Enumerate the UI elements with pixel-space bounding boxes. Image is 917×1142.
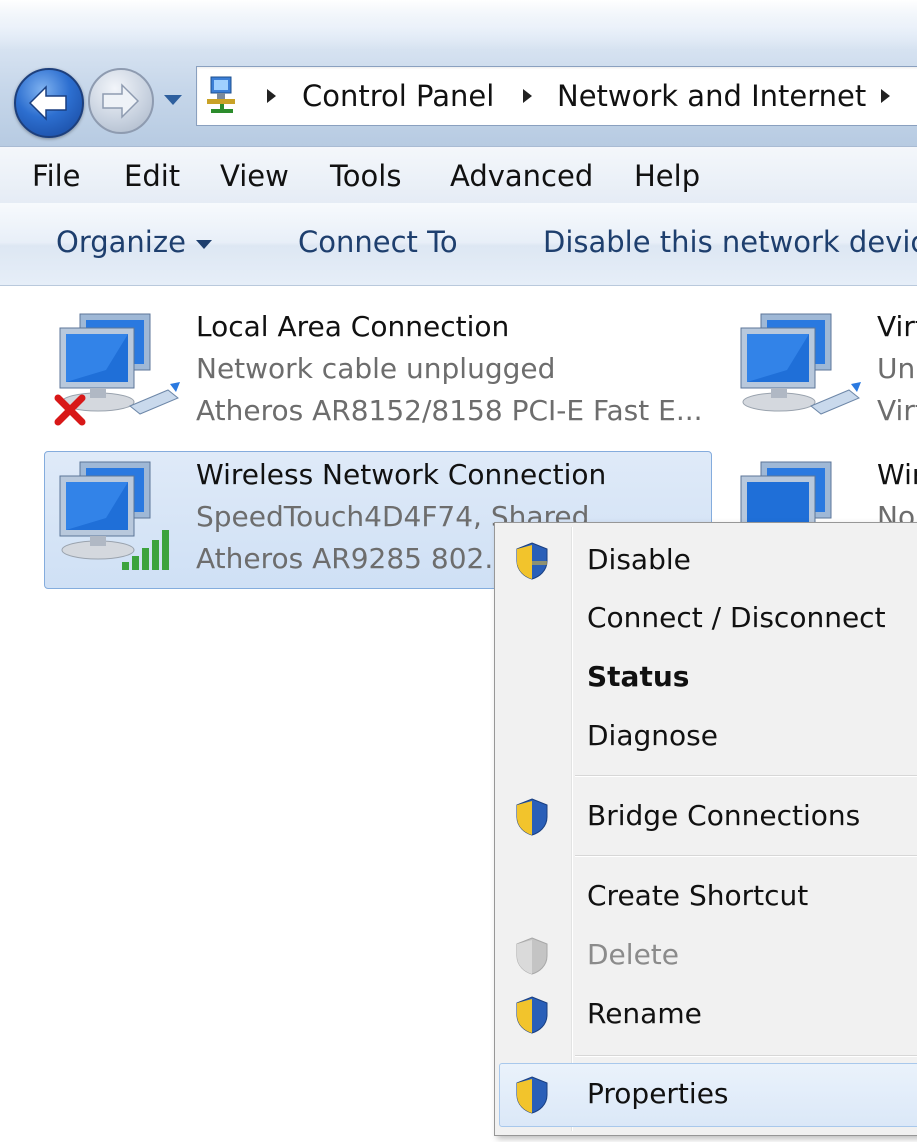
- menu-view[interactable]: View: [220, 159, 289, 193]
- signal-bars-icon: [120, 524, 180, 576]
- back-arrow-icon: [28, 85, 67, 121]
- context-menu: Disable Connect / Disconnect Status Diag…: [494, 522, 917, 1136]
- connection-local-area[interactable]: Local Area Connection Network cable unpl…: [46, 310, 716, 440]
- uac-shield-icon: [513, 995, 551, 1035]
- menu-edit[interactable]: Edit: [124, 159, 180, 193]
- uac-shield-disabled-icon: [513, 936, 551, 976]
- connection-name: Wireless Network Connection: [196, 458, 607, 491]
- breadcrumb-separator-icon[interactable]: [523, 89, 532, 103]
- connection-name: Wir: [877, 458, 917, 491]
- menu-item-connect-disconnect[interactable]: Connect / Disconnect: [499, 591, 917, 645]
- connect-to-button[interactable]: Connect To: [298, 225, 458, 259]
- connection-device: Virt: [877, 394, 917, 427]
- back-button[interactable]: [14, 68, 84, 138]
- uac-shield-icon: [513, 1075, 551, 1115]
- forward-arrow-icon: [102, 83, 140, 119]
- menu-advanced[interactable]: Advanced: [450, 159, 593, 193]
- connection-status: Uni: [877, 352, 917, 385]
- chevron-down-icon: [196, 240, 212, 249]
- breadcrumb-network-and-internet[interactable]: Network and Internet: [557, 79, 866, 113]
- wireless-network-icon: [727, 458, 867, 528]
- connection-name: Virt: [877, 310, 917, 343]
- menu-item-label: Rename: [587, 997, 702, 1030]
- menu-item-create-shortcut[interactable]: Create Shortcut: [499, 869, 917, 923]
- breadcrumb-separator-icon[interactable]: [267, 89, 276, 103]
- menu-file[interactable]: File: [32, 159, 81, 193]
- organize-button[interactable]: Organize: [56, 225, 186, 259]
- menu-item-label: Disable: [587, 543, 691, 576]
- menu-tools[interactable]: Tools: [330, 159, 401, 193]
- breadcrumb-control-panel[interactable]: Control Panel: [302, 79, 494, 113]
- menu-separator: [575, 1055, 917, 1057]
- uac-shield-icon: [513, 797, 551, 837]
- connection-virtual[interactable]: Virt Uni Virt: [727, 310, 917, 440]
- menu-item-label: Connect / Disconnect: [587, 601, 886, 634]
- breadcrumb-separator-icon[interactable]: [881, 89, 890, 103]
- chevron-down-icon: [164, 95, 182, 105]
- uac-shield-icon: [513, 541, 551, 581]
- connection-device: Atheros AR9285 802.11: [196, 542, 529, 575]
- connection-status: Network cable unplugged: [196, 352, 556, 385]
- menu-item-label: Diagnose: [587, 719, 718, 752]
- menu-item-label: Status: [587, 660, 690, 693]
- recent-pages-button[interactable]: [160, 90, 186, 110]
- connection-name: Local Area Connection: [196, 310, 510, 343]
- menu-item-label: Delete: [587, 938, 679, 971]
- connection-wireless-2[interactable]: Wir No: [727, 458, 917, 528]
- menu-item-label: Properties: [587, 1077, 729, 1110]
- menu-separator: [575, 775, 917, 777]
- menu-bar: File Edit View Tools Advanced Help: [0, 146, 917, 204]
- menu-item-label: Create Shortcut: [587, 879, 809, 912]
- address-bar[interactable]: Control Panel Network and Internet: [196, 66, 917, 126]
- menu-item-status[interactable]: Status: [499, 650, 917, 704]
- menu-separator: [575, 855, 917, 857]
- network-connections-icon: [203, 75, 243, 115]
- forward-button[interactable]: [88, 68, 154, 134]
- menu-help[interactable]: Help: [634, 159, 700, 193]
- wired-network-icon: [727, 310, 867, 440]
- red-x-icon: [52, 392, 88, 432]
- title-bar: Control Panel Network and Internet: [0, 0, 917, 146]
- menu-item-disable[interactable]: Disable: [499, 533, 917, 587]
- menu-item-properties[interactable]: Properties: [499, 1067, 917, 1121]
- menu-item-label: Bridge Connections: [587, 799, 861, 832]
- disable-device-button[interactable]: Disable this network device: [543, 225, 917, 259]
- connection-device: Atheros AR8152/8158 PCI-E Fast E...: [196, 394, 703, 427]
- menu-item-delete[interactable]: Delete: [499, 928, 917, 982]
- menu-item-rename[interactable]: Rename: [499, 987, 917, 1041]
- command-bar: Organize Connect To Disable this network…: [0, 203, 917, 286]
- menu-item-bridge-connections[interactable]: Bridge Connections: [499, 789, 917, 843]
- menu-item-diagnose[interactable]: Diagnose: [499, 709, 917, 763]
- title-bar-glass: [0, 0, 917, 50]
